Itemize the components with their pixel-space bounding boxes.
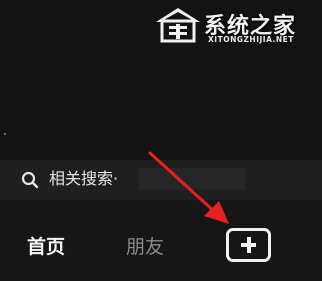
logo-house-icon [156, 8, 200, 43]
related-search-label[interactable]: 相关搜索· [49, 168, 118, 190]
nav-home[interactable]: 首页 [27, 234, 65, 260]
create-post-button[interactable] [226, 228, 271, 262]
app-screen: 系统之家 XITONGZHIJIA.NET 相关搜索· 首页 朋友 [0, 0, 322, 281]
watermark: 系统之家 XITONGZHIJIA.NET [150, 2, 320, 48]
search-icon [21, 171, 39, 189]
stray-dot [4, 133, 6, 135]
watermark-url: XITONGZHIJIA.NET [208, 35, 294, 44]
nav-friends[interactable]: 朋友 [126, 234, 164, 260]
plus-icon-vertical [247, 237, 251, 253]
redacted-search-term [139, 168, 245, 190]
